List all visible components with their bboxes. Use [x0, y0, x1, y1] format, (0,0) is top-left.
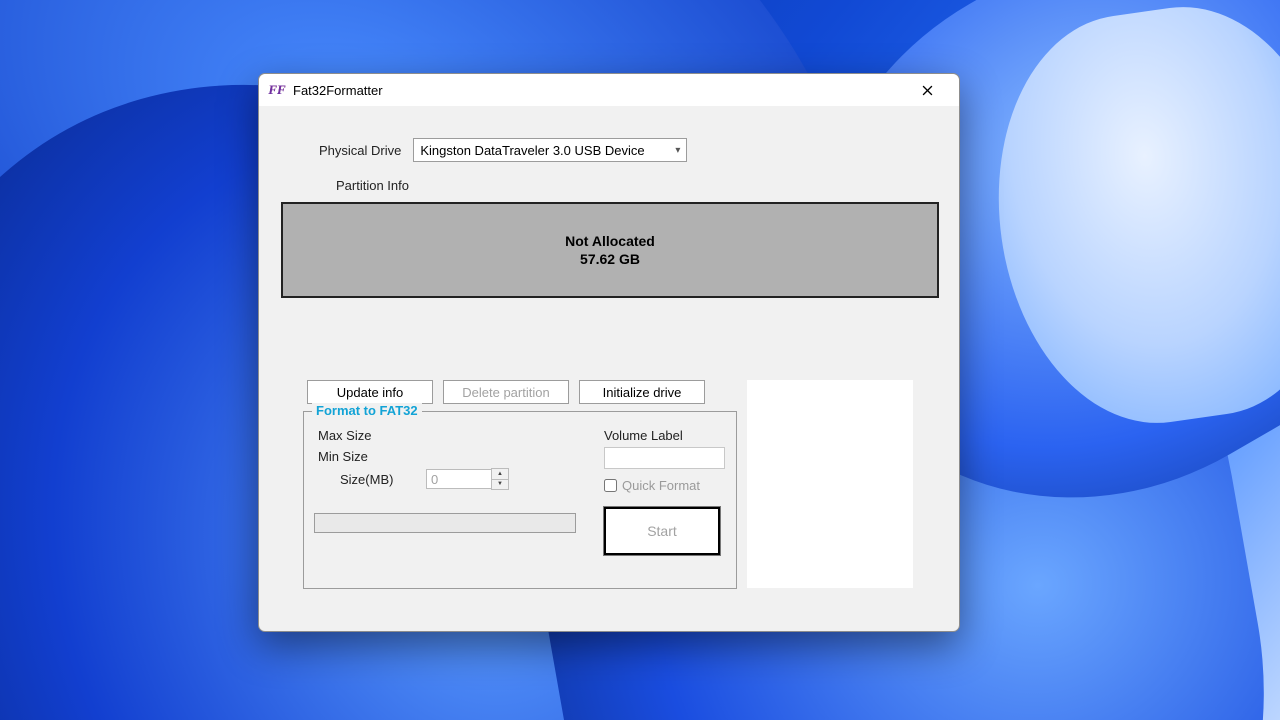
quick-format-label: Quick Format [622, 478, 700, 493]
side-panel [747, 380, 913, 588]
close-icon [922, 85, 933, 96]
size-mb-input[interactable] [426, 469, 491, 489]
physical-drive-select[interactable]: Kingston DataTraveler 3.0 USB Device ▾ [413, 138, 687, 162]
quick-format-option[interactable]: Quick Format [604, 478, 700, 493]
delete-partition-button[interactable]: Delete partition [443, 380, 569, 404]
chevron-down-icon: ▾ [675, 145, 680, 156]
spinner-down-icon[interactable]: ▼ [492, 480, 508, 490]
close-button[interactable] [905, 75, 949, 105]
app-icon: FF [269, 82, 285, 98]
format-groupbox: Format to FAT32 Max Size Min Size Size(M… [303, 411, 737, 589]
initialize-drive-button[interactable]: Initialize drive [579, 380, 705, 404]
partition-status: Not Allocated [565, 233, 655, 249]
format-progress-bar [314, 513, 576, 533]
titlebar[interactable]: FF Fat32Formatter [259, 74, 959, 106]
app-window: FF Fat32Formatter Physical Drive Kingsto… [258, 73, 960, 632]
physical-drive-value: Kingston DataTraveler 3.0 USB Device [420, 143, 675, 158]
size-mb-spinner[interactable]: ▲ ▼ [426, 468, 509, 490]
update-info-button[interactable]: Update info [307, 380, 433, 404]
quick-format-checkbox[interactable] [604, 479, 617, 492]
window-title: Fat32Formatter [293, 83, 905, 98]
physical-drive-label: Physical Drive [319, 143, 401, 158]
partition-info-label: Partition Info [336, 178, 409, 193]
min-size-label: Min Size [318, 449, 368, 464]
start-button[interactable]: Start [604, 507, 720, 555]
volume-label-input[interactable] [604, 447, 725, 469]
max-size-label: Max Size [318, 428, 371, 443]
format-group-title: Format to FAT32 [312, 403, 422, 418]
partition-map[interactable]: Not Allocated 57.62 GB [281, 202, 939, 298]
partition-size: 57.62 GB [580, 251, 640, 267]
size-mb-label: Size(MB) [340, 472, 393, 487]
spinner-up-icon[interactable]: ▲ [492, 469, 508, 480]
volume-label-caption: Volume Label [604, 428, 683, 443]
